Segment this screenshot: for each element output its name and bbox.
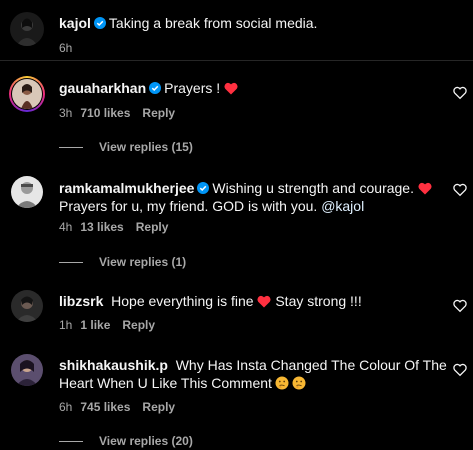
replies-dash (59, 147, 83, 149)
verified-badge-icon (149, 82, 162, 94)
red-heart-emoji-icon (418, 182, 432, 195)
view-replies-label: View replies (1) (99, 255, 187, 269)
comment-text-line2: Heart When U Like This Comment (59, 375, 272, 391)
comment-text-before: Hope everything is fine (111, 293, 258, 309)
heart-outline-icon[interactable] (453, 299, 467, 313)
likes-count[interactable]: 710 likes (80, 106, 130, 120)
red-heart-emoji-icon (257, 295, 271, 308)
comment-username[interactable]: shikhakaushik.p (59, 357, 168, 373)
post-caption-header: kajol Taking a break from social media. 6… (0, 0, 473, 60)
reply-button[interactable]: Reply (122, 318, 155, 332)
comment-username[interactable]: gauaharkhan (59, 80, 146, 96)
gauaharkhan-avatar (12, 79, 42, 109)
comment-meta: 3h 710 likes Reply (59, 106, 175, 120)
post-time: 6h (59, 41, 73, 55)
view-replies-button[interactable]: View replies (1) (59, 255, 186, 269)
view-replies-button[interactable]: View replies (20) (59, 434, 193, 448)
heart-outline-icon[interactable] (453, 183, 467, 197)
comment-text-line1: Why Has Insta Changed The Colour Of The (175, 357, 447, 373)
comment-time: 1h (59, 318, 73, 332)
kajol-avatar[interactable] (10, 12, 44, 46)
comment-text-line1: Wishing u strength and courage. (212, 180, 418, 196)
comment-username[interactable]: ramkamalmukherjee (59, 180, 194, 196)
verified-badge-icon (93, 17, 106, 29)
reply-button[interactable]: Reply (142, 106, 175, 120)
replies-dash (59, 441, 83, 443)
thinking-face-emoji-icon (275, 376, 289, 390)
comment-username[interactable]: libzsrk (59, 293, 103, 309)
comment-meta: 1h 1 like Reply (59, 318, 155, 332)
comment-meta: 6h 745 likes Reply (59, 400, 175, 414)
comment-libzsrk: libzsrk Hope everything is fine Stay str… (59, 292, 362, 310)
thinking-face-emoji-icon (292, 376, 306, 390)
libzsrk-avatar[interactable] (11, 290, 43, 322)
comment-text: Prayers ! (164, 80, 225, 96)
comment-time: 6h (59, 400, 73, 414)
post-caption: Taking a break from social media. (108, 15, 318, 31)
ramkamalmukherjee-avatar[interactable] (11, 176, 43, 208)
view-replies-label: View replies (20) (99, 434, 193, 448)
comment-time: 3h (59, 106, 73, 120)
comment-ramkamalmukherjee-line2: Prayers for u, my friend. GOD is with yo… (59, 197, 364, 215)
comment-meta: 4h 13 likes Reply (59, 220, 168, 234)
comment-text-after: Stay strong !!! (271, 293, 362, 309)
likes-count[interactable]: 13 likes (80, 220, 123, 234)
comment-text-line2: Prayers for u, my friend. GOD is with yo… (59, 198, 322, 214)
reply-button[interactable]: Reply (142, 400, 175, 414)
heart-outline-icon[interactable] (453, 86, 467, 100)
likes-count[interactable]: 745 likes (80, 400, 130, 414)
shikhakaushik-avatar[interactable] (11, 354, 43, 386)
caption-line: kajol Taking a break from social media. (59, 14, 317, 32)
replies-dash (59, 262, 83, 264)
gauaharkhan-avatar-ring[interactable] (9, 76, 45, 112)
mention-link[interactable]: @kajol (321, 198, 364, 214)
divider (0, 60, 473, 61)
comment-gauaharkhan: gauaharkhan Prayers ! (59, 79, 238, 97)
verified-badge-icon (197, 182, 210, 194)
comment-time: 4h (59, 220, 73, 234)
view-replies-button[interactable]: View replies (15) (59, 140, 193, 154)
reply-button[interactable]: Reply (136, 220, 169, 234)
heart-outline-icon[interactable] (453, 363, 467, 377)
view-replies-label: View replies (15) (99, 140, 193, 154)
red-heart-emoji-icon (224, 82, 238, 95)
post-username[interactable]: kajol (59, 15, 91, 31)
comment-shikhakaushik-line2: Heart When U Like This Comment (59, 374, 306, 392)
likes-count[interactable]: 1 like (80, 318, 110, 332)
comment-ramkamalmukherjee-line1: ramkamalmukherjee Wishing u strength and … (59, 179, 432, 197)
comment-shikhakaushik-line1: shikhakaushik.p Why Has Insta Changed Th… (59, 356, 447, 374)
